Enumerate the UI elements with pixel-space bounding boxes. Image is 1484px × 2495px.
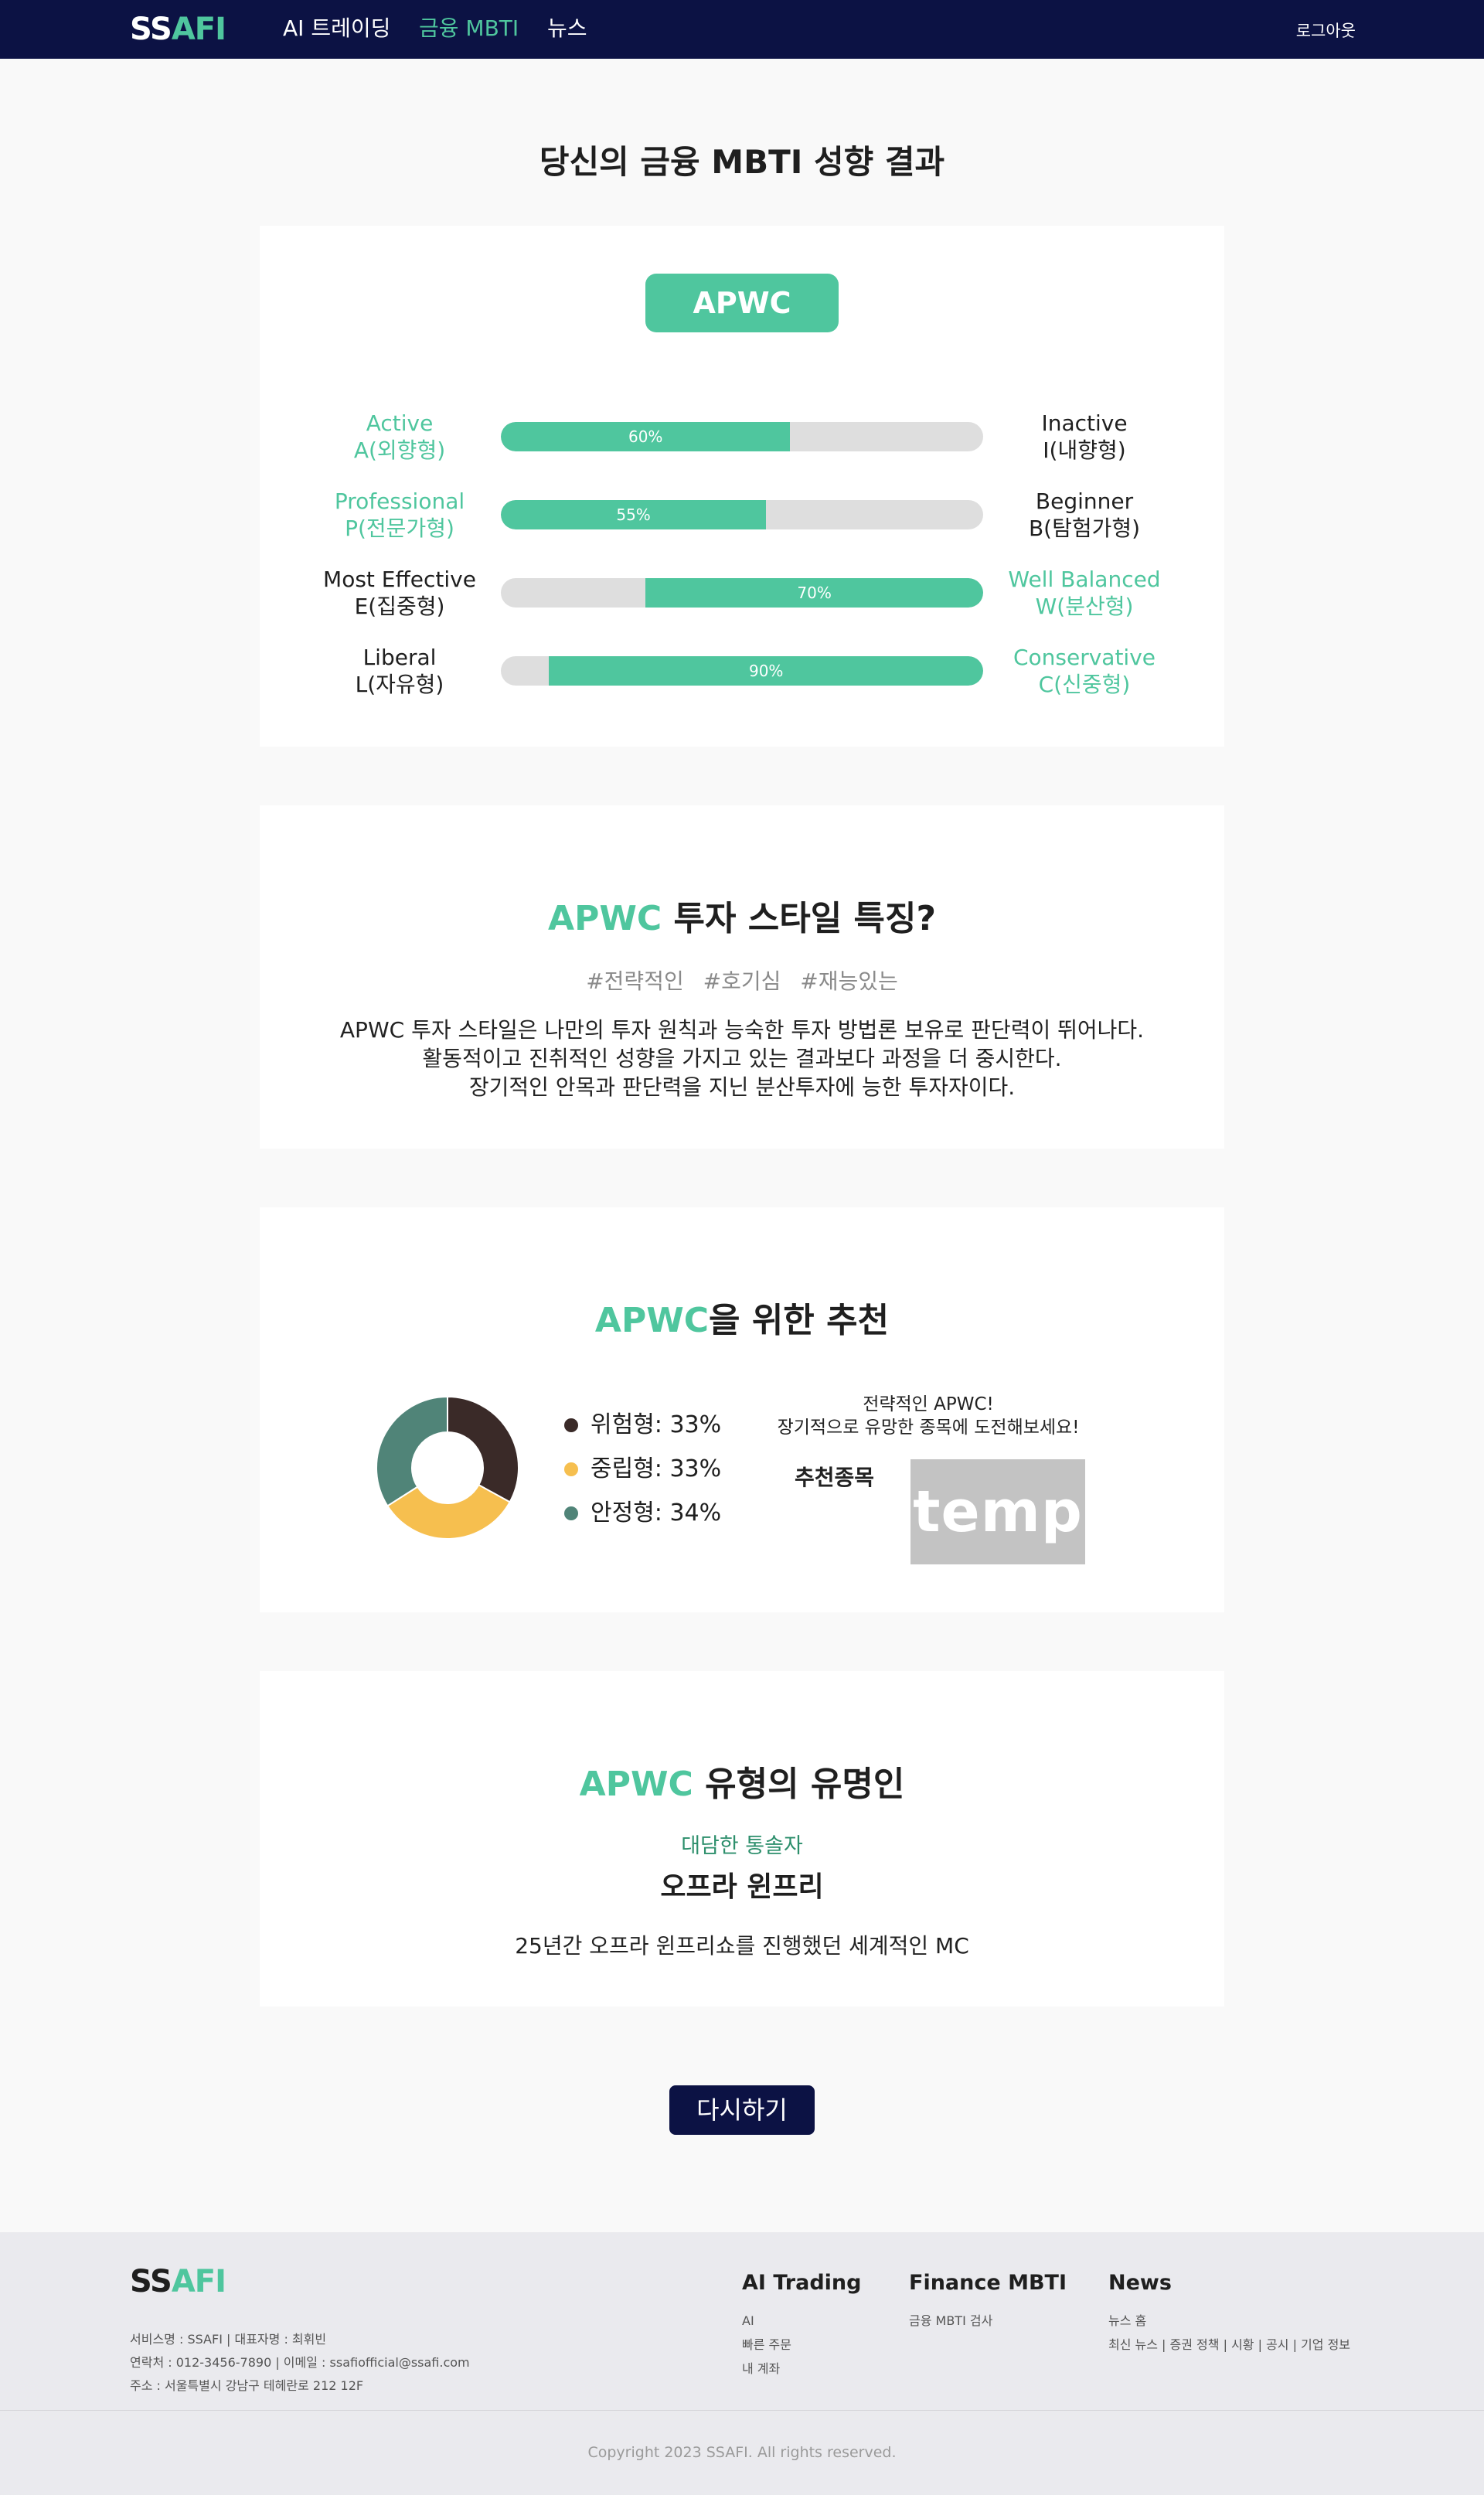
trait-bar: 55% — [501, 500, 983, 529]
logout-button[interactable]: 로그아웃 — [1296, 19, 1356, 42]
nav-link-ai-trading[interactable]: AI 트레이딩 — [283, 15, 390, 42]
footer-link[interactable]: 빠른 주문 — [742, 2333, 861, 2357]
trait-right-label: Beginner B(탐험가형) — [1028, 488, 1141, 541]
recommend-card: APWC을 위한 추천 위험형: 33% 중립형: 33% 안정형: 34% 전… — [260, 1207, 1224, 1612]
trait-bar: 70% — [501, 578, 983, 608]
footer-link[interactable]: 최신 뉴스 | 증권 정책 | 시황 | 공시 | 기업 정보 — [1108, 2333, 1350, 2357]
footer-link[interactable]: 내 계좌 — [742, 2357, 861, 2381]
style-tags: #전략적인 #호기심 #재능있는 — [260, 965, 1224, 996]
style-description: APWC 투자 스타일은 나만의 투자 원칙과 능숙한 투자 방법론 보유로 판… — [339, 1017, 1145, 1100]
trait-bar-fill: 60% — [501, 422, 791, 451]
trait-bar: 90% — [501, 656, 983, 686]
site-logo[interactable]: SSAFI — [130, 11, 226, 48]
trait-left-label: Most Effective E(집중형) — [323, 567, 476, 619]
footer-company-info: 서비스명 : SSAFI | 대표자명 : 최휘빈 연락처 : 012-3456… — [130, 2332, 470, 2393]
footer-logo[interactable]: SSAFI — [130, 2263, 226, 2300]
footer-col-news: News 뉴스 홈 최신 뉴스 | 증권 정책 | 시황 | 공시 | 기업 정… — [1108, 2271, 1350, 2357]
tag: #재능있는 — [800, 968, 898, 994]
legend-item: 위험형: 33% — [564, 1410, 721, 1454]
legend-dot — [564, 1462, 578, 1476]
trait-left-label: Professional P(전문가형) — [334, 488, 465, 541]
portfolio-legend: 위험형: 33% 중립형: 33% 안정형: 34% — [564, 1410, 721, 1542]
trait-right-label: Inactive I(내향형) — [1041, 410, 1128, 463]
tag: #전략적인 — [586, 968, 684, 994]
trait-row: Active A(외향형) 60% Inactive I(내향형) — [260, 410, 1224, 471]
recommended-stock-label: 추천종목 — [795, 1465, 875, 1490]
trait-bar-fill: 90% — [549, 656, 983, 686]
footer-link[interactable]: 뉴스 홈 — [1108, 2309, 1350, 2333]
footer-col-title: AI Trading — [742, 2271, 862, 2295]
retry-button[interactable]: 다시하기 — [669, 2085, 815, 2135]
trait-bar-fill: 70% — [645, 578, 983, 608]
donut-slice-2 — [376, 1395, 448, 1507]
copyright: Copyright 2023 SSAFI. All rights reserve… — [587, 2444, 897, 2461]
footer-link[interactable]: AI — [742, 2309, 861, 2333]
footer: SSAFI 서비스명 : SSAFI | 대표자명 : 최휘빈 연락처 : 01… — [0, 2232, 1484, 2495]
celebrity-name: 오프라 윈프리 — [660, 1871, 824, 1903]
trait-row: Most Effective E(집중형) 70% Well Balanced W(… — [260, 566, 1224, 628]
donut-slice-0 — [447, 1395, 519, 1503]
trait-row: Liberal L(자유형) 90% Conservative C(신중형) — [260, 644, 1224, 706]
footer-link[interactable]: 금융 MBTI 검사 — [909, 2309, 1067, 2333]
nav-link-news[interactable]: 뉴스 — [547, 15, 587, 42]
footer-divider — [0, 2410, 1484, 2411]
portfolio-donut-chart — [376, 1395, 519, 1540]
footer-col-ai-trading: AI Trading AI 빠른 주문 내 계좌 — [742, 2271, 861, 2381]
legend-dot — [564, 1418, 578, 1432]
tag: #호기심 — [703, 968, 781, 994]
style-card: APWC 투자 스타일 특징? #전략적인 #호기심 #재능있는 APWC 투자… — [260, 805, 1224, 1149]
trait-left-label: Liberal L(자유형) — [355, 645, 444, 697]
trait-left-label: Active A(외향형) — [353, 410, 446, 463]
trait-bar-fill: 55% — [501, 500, 767, 529]
celebrity-card: APWC 유형의 유명인 대담한 통솔자 오프라 윈프리 25년간 오프라 윈프… — [260, 1671, 1224, 2007]
trait-row: Professional P(전문가형) 55% Beginner B(탐험가형) — [260, 488, 1224, 550]
celebrity-title: APWC 유형의 유명인 — [579, 1765, 905, 1804]
style-title: APWC 투자 스타일 특징? — [548, 899, 936, 938]
top-nav: SSAFI AI 트레이딩 금융 MBTI 뉴스 로그아웃 — [0, 0, 1484, 59]
footer-col-title: Finance MBTI — [909, 2271, 1067, 2295]
trait-bar: 60% — [501, 422, 983, 451]
footer-col-finance-mbti: Finance MBTI 금융 MBTI 검사 — [909, 2271, 1067, 2333]
footer-col-title: News — [1108, 2271, 1172, 2295]
legend-dot — [564, 1506, 578, 1520]
page-title: 당신의 금융 MBTI 성향 결과 — [539, 143, 945, 181]
recommend-message: 전략적인 APWC! 장기적으로 유망한 종목에 도전해보세요! — [777, 1394, 1080, 1438]
celebrity-description: 25년간 오프라 윈프리쇼를 진행했던 세계적인 MC — [515, 1933, 969, 1959]
nav-link-finance-mbti[interactable]: 금융 MBTI — [419, 15, 519, 42]
legend-item: 안정형: 34% — [564, 1498, 721, 1542]
celebrity-subtitle: 대담한 통솔자 — [681, 1834, 803, 1858]
trait-right-label: Well Balanced W(분산형) — [1008, 567, 1161, 619]
result-card: APWC Active A(외향형) 60% Inactive I(내향형) Pro… — [260, 226, 1224, 747]
recommended-stock-image[interactable]: temp — [910, 1459, 1085, 1564]
trait-right-label: Conservative C(신중형) — [1013, 645, 1156, 697]
recommend-title: APWC을 위한 추천 — [594, 1301, 890, 1340]
mbti-type-badge: APWC — [645, 274, 839, 332]
legend-item: 중립형: 33% — [564, 1454, 721, 1498]
